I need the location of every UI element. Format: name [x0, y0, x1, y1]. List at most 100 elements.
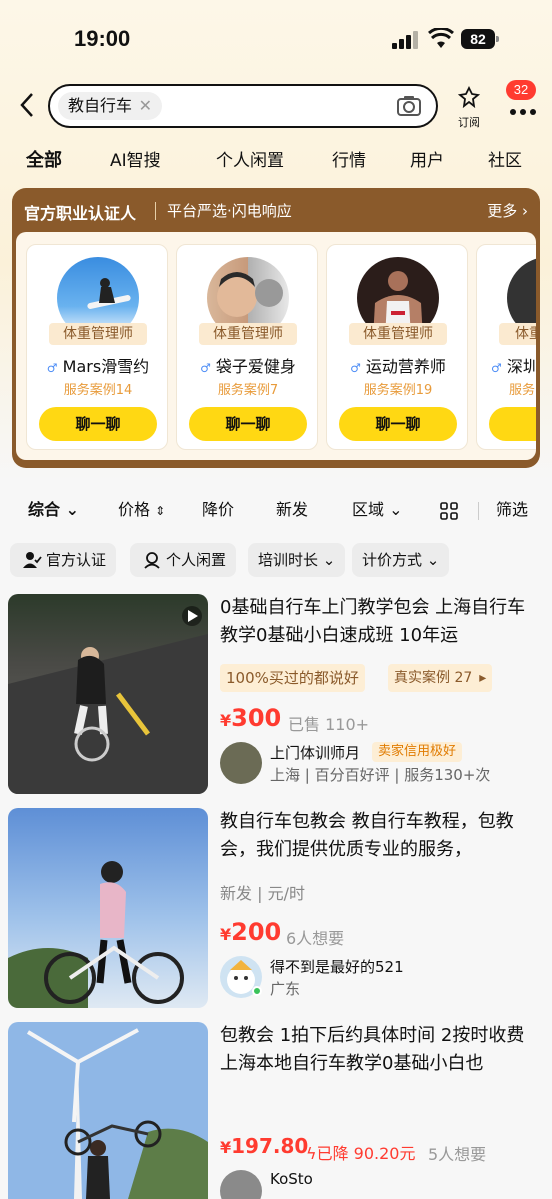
tag-personal-idle[interactable]: 个人闲置 — [130, 543, 237, 577]
chat-button[interactable]: 聊一聊 — [339, 407, 457, 441]
status-bar: 19:00 82 — [0, 0, 552, 80]
real-cases-badge[interactable]: 真实案例 27 ▸ — [388, 664, 493, 692]
subscribe-button[interactable]: 订阅 — [452, 85, 486, 130]
divider — [478, 502, 479, 520]
price-value: 200 — [231, 918, 282, 946]
price-sort[interactable]: 价格 ⇕ — [118, 496, 165, 525]
clear-icon[interactable]: ✕ — [139, 92, 152, 120]
sort-toggle-icon: ⇕ — [155, 504, 166, 518]
tag-official-cert[interactable]: 官方认证 — [10, 543, 117, 577]
tab-ai-search[interactable]: AI智搜 — [110, 148, 161, 174]
lightning-icon: ϟ — [306, 1144, 317, 1163]
chevron-right-icon: › — [522, 202, 528, 220]
seller-avatar — [220, 1170, 262, 1199]
person-icon — [144, 552, 160, 569]
chat-button[interactable]: 聊一聊 — [39, 407, 157, 441]
listing-title: 包教会 1拍下后约具体时间 2按时收费上海本地自行车教学0基础小白也 — [220, 1025, 525, 1074]
pro-role: 体重管理师 — [199, 323, 297, 345]
listing-image — [8, 594, 208, 794]
meta-unit: 元/时 — [267, 884, 305, 903]
listing-price: ¥300 — [220, 704, 281, 732]
location-text: 上海 — [270, 766, 301, 784]
wind-turbine-image — [8, 1022, 208, 1199]
chevron-down-icon: ⌄ — [426, 551, 440, 569]
tag-label: 官方认证 — [46, 551, 107, 569]
pro-card[interactable]: 体重 ♂ 深圳 服务 聊 — [476, 244, 536, 450]
price-sort-label: 价格 — [118, 500, 151, 519]
chevron-down-icon: ⌄ — [65, 500, 79, 519]
tab-personal-idle[interactable]: 个人闲置 — [216, 148, 284, 174]
seller-location: 广东 — [270, 980, 301, 998]
currency-symbol: ¥ — [220, 1138, 232, 1157]
chat-button[interactable]: 聊一聊 — [189, 407, 307, 441]
new-filter[interactable]: 新发 — [276, 496, 308, 524]
cert-more-link[interactable]: 更多 › — [487, 200, 528, 221]
seller-name: 上门体训师月 — [270, 744, 361, 762]
pro-name: Mars滑雪约 — [62, 357, 150, 376]
tab-all[interactable]: 全部 — [26, 148, 62, 174]
play-triangle-icon: ▸ — [479, 670, 487, 686]
praise-badge: 100%买过的都说好 — [220, 664, 365, 692]
pro-card[interactable]: 体重管理师 ♂ 袋子爱健身 服务案例7 聊一聊 — [176, 244, 318, 450]
tag-pricing-method[interactable]: 计价方式 ⌄ — [352, 543, 450, 577]
price-drop-text: 已降 90.20元 — [316, 1144, 416, 1163]
tag-label: 个人闲置 — [166, 551, 227, 569]
search-query-text: 教自行车 — [68, 96, 133, 115]
chevron-down-icon: ⌄ — [322, 551, 336, 569]
male-icon: ♂ — [46, 361, 58, 375]
filter-button[interactable]: 筛选 — [496, 496, 528, 524]
listing-image — [8, 808, 208, 1008]
search-bar[interactable]: 教自行车 ✕ — [48, 84, 438, 128]
listing-title: 0基础自行车上门教学包会 上海自行车教学0基础小白速成班 10年运 — [220, 597, 526, 646]
listing-item[interactable]: 0基础自行车上门教学包会 上海自行车教学0基础小白速成班 10年运 100%买过… — [0, 594, 552, 794]
wifi-icon — [428, 28, 454, 48]
seller-info[interactable]: 得不到是最好的521 广东 — [220, 956, 542, 1000]
listing-meta: 新发 | 元/时 — [220, 884, 305, 903]
pro-role: 体重 — [499, 323, 536, 345]
price-drop-filter[interactable]: 降价 — [202, 496, 234, 524]
real-cases-label: 真实案例 27 — [394, 670, 473, 686]
pro-card[interactable]: 体重管理师 ♂ Mars滑雪约 服务案例14 聊一聊 — [26, 244, 168, 450]
male-icon: ♂ — [350, 361, 361, 375]
sort-dropdown[interactable]: 综合 ⌄ — [28, 496, 79, 524]
back-arrow-icon[interactable] — [14, 90, 40, 120]
listing-title: 教自行车包教会 教自行车教程，包教会，我们提供优质专业的服务， — [220, 811, 514, 860]
listing-item[interactable]: 教自行车包教会 教自行车教程，包教会，我们提供优质专业的服务， 新发 | 元/时… — [0, 808, 552, 1008]
meta-new: 新发 — [220, 884, 253, 903]
service-count: 服务130+次 — [404, 766, 491, 784]
tag-training-duration[interactable]: 培训时长 ⌄ — [248, 543, 346, 577]
tab-market[interactable]: 行情 — [332, 148, 366, 174]
search-query-chip[interactable]: 教自行车 ✕ — [58, 92, 163, 120]
chevron-down-icon: ⌄ — [389, 500, 403, 519]
divider — [155, 202, 156, 220]
category-tabs: 全部 AI智搜 个人闲置 行情 用户 社区 — [0, 148, 552, 178]
camera-icon[interactable] — [396, 94, 422, 118]
sold-count: 已售 110+ — [288, 715, 370, 734]
pro-card[interactable]: 体重管理师 ♂ 运动营养师 服务案例19 聊一聊 — [326, 244, 468, 450]
pro-role: 体重管理师 — [349, 323, 447, 345]
listing-item[interactable]: 包教会 1拍下后约具体时间 2按时收费上海本地自行车教学0基础小白也 ¥197.… — [0, 1022, 552, 1199]
cert-slogan: 平台严选·闪电响应 — [167, 202, 292, 220]
tab-users[interactable]: 用户 — [410, 148, 444, 174]
tab-community[interactable]: 社区 — [488, 148, 522, 174]
pro-cases: 服务案例14 — [63, 383, 133, 398]
pro-cases: 服务案例19 — [363, 383, 433, 398]
pin-icon — [457, 85, 481, 109]
message-count-badge: 32 — [506, 80, 536, 100]
seller-location: 上海 | 百分百好评 | 服务130+次 — [270, 766, 491, 784]
rating-text: 百分百好评 — [314, 766, 390, 784]
tag-label: 计价方式 — [362, 551, 423, 569]
pro-cases: 服务 — [509, 383, 536, 398]
chat-button[interactable]: 聊 — [489, 407, 536, 441]
male-icon: ♂ — [491, 361, 502, 375]
cyclist-night-image — [8, 606, 208, 794]
seller-info[interactable]: KoSto — [220, 1170, 542, 1199]
seller-name: KoSto — [270, 1170, 313, 1188]
region-dropdown[interactable]: 区域 ⌄ — [352, 496, 403, 524]
price-value: 300 — [231, 704, 282, 732]
want-count: 6人想要 — [286, 929, 345, 948]
grid-view-icon[interactable] — [440, 502, 458, 520]
listing-price: ¥200 — [220, 918, 281, 946]
credit-badge: 卖家信用极好 — [372, 742, 463, 762]
seller-info[interactable]: 上门体训师月 卖家信用极好 上海 | 百分百好评 | 服务130+次 — [220, 742, 542, 786]
